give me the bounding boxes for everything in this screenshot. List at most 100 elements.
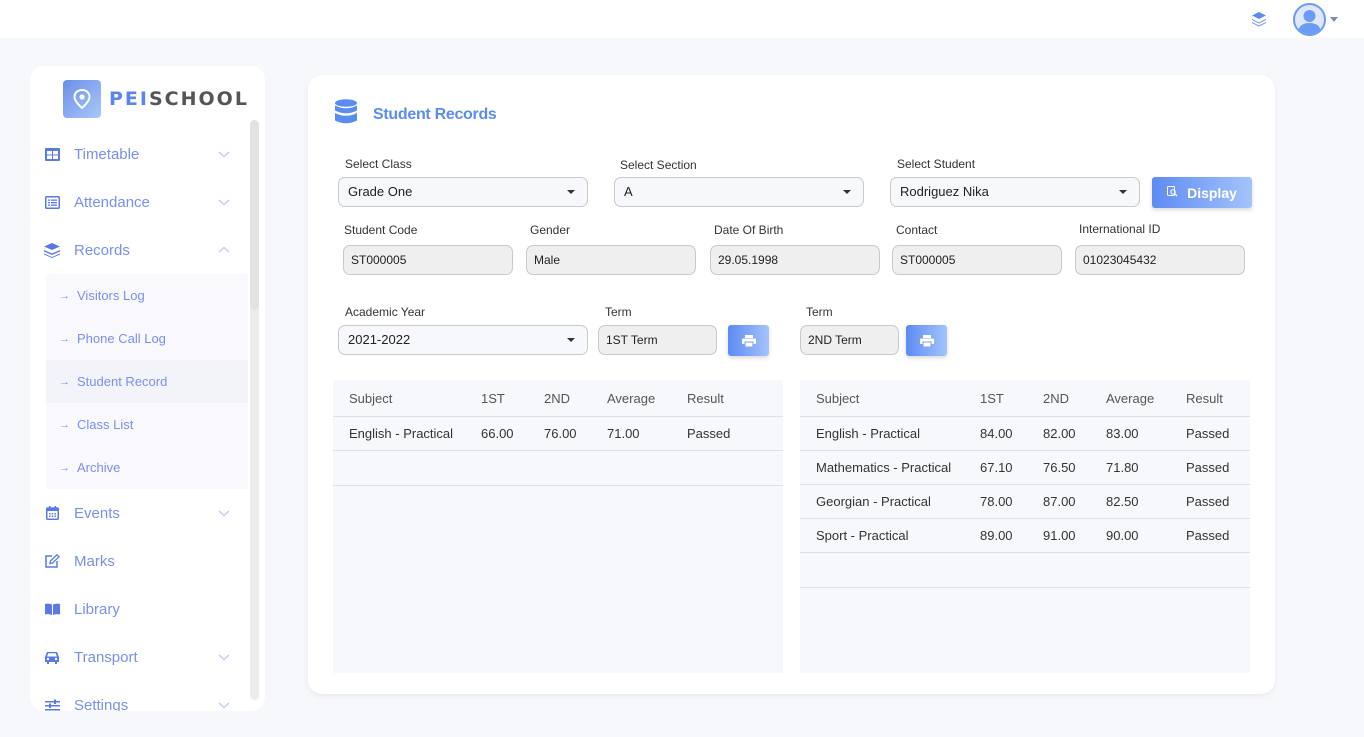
select-section-dropdown[interactable]: A bbox=[614, 177, 864, 207]
cell-2nd: 76.00 bbox=[544, 426, 577, 441]
student-code-field[interactable]: ST000005 bbox=[343, 245, 513, 275]
cell-average: 90.00 bbox=[1106, 528, 1139, 543]
term2-field[interactable]: 2ND Term bbox=[800, 325, 899, 355]
sidebar-item-label: Library bbox=[74, 600, 120, 618]
arrow-right-icon: → bbox=[59, 332, 70, 345]
term1-field[interactable]: 1ST Term bbox=[598, 325, 717, 355]
arrow-right-icon: → bbox=[59, 289, 70, 302]
sidebar-scrollbar-thumb[interactable] bbox=[250, 120, 259, 310]
sidebar-subitem-archive[interactable]: → Archive bbox=[46, 446, 248, 489]
sidebar-subitem-visitors-log[interactable]: → Visitors Log bbox=[46, 274, 248, 317]
calendar-icon bbox=[44, 505, 60, 521]
select-student-dropdown[interactable]: Rodriguez Nika bbox=[890, 177, 1140, 207]
display-button[interactable]: Display bbox=[1152, 177, 1252, 208]
records-submenu: → Visitors Log → Phone Call Log → Studen… bbox=[46, 274, 248, 489]
table-row: English - Practical 66.00 76.00 71.00 Pa… bbox=[333, 417, 783, 451]
column-header-1st: 1ST bbox=[980, 390, 1004, 406]
cell-subject: Georgian - Practical bbox=[816, 494, 931, 509]
sidebar-nav: Timetable Attendance Records → Visitors … bbox=[30, 130, 248, 711]
cell-result: Passed bbox=[1186, 460, 1230, 475]
select-class-label: Select Class bbox=[345, 157, 412, 171]
arrow-right-icon: → bbox=[59, 461, 70, 474]
user-avatar-icon[interactable] bbox=[1293, 3, 1326, 36]
term2-label: Term bbox=[806, 305, 833, 319]
chevron-down-icon bbox=[218, 702, 230, 709]
date-of-birth-label: Date Of Birth bbox=[714, 223, 784, 237]
cell-2nd: 76.50 bbox=[1043, 460, 1076, 475]
cell-subject: Sport - Practical bbox=[816, 528, 909, 543]
sidebar-subitem-label: Class List bbox=[77, 417, 134, 432]
sidebar-item-events[interactable]: Events bbox=[30, 489, 248, 537]
select-student-value: Rodriguez Nika bbox=[900, 184, 989, 199]
database-icon bbox=[334, 99, 358, 130]
edit-icon bbox=[44, 553, 60, 569]
cell-average: 71.00 bbox=[607, 426, 640, 441]
sidebar-item-label: Settings bbox=[74, 696, 129, 712]
international-id-field[interactable]: 01023045432 bbox=[1075, 245, 1245, 275]
table-grid-icon bbox=[44, 146, 60, 162]
table-empty-row bbox=[333, 451, 783, 486]
sidebar-item-marks[interactable]: Marks bbox=[30, 537, 248, 585]
chevron-down-icon bbox=[218, 199, 230, 206]
column-header-result: Result bbox=[687, 390, 724, 406]
contact-field[interactable]: ST000005 bbox=[892, 245, 1062, 275]
academic-year-dropdown[interactable]: 2021-2022 bbox=[338, 325, 588, 355]
cell-1st: 89.00 bbox=[980, 528, 1013, 543]
sidebar-item-attendance[interactable]: Attendance bbox=[30, 178, 248, 226]
table-header-row: Subject 1ST 2ND Average Result bbox=[333, 380, 783, 417]
cell-subject: Mathematics - Practical bbox=[816, 460, 952, 475]
cell-subject: English - Practical bbox=[816, 426, 921, 441]
column-header-1st: 1ST bbox=[481, 390, 505, 406]
sidebar-item-label: Marks bbox=[74, 552, 115, 570]
column-header-subject: Subject bbox=[349, 390, 393, 406]
term1-label: Term bbox=[605, 305, 632, 319]
chevron-up-icon bbox=[218, 246, 230, 253]
select-class-dropdown[interactable]: Grade One bbox=[338, 177, 588, 207]
printer-icon bbox=[741, 334, 756, 347]
arrow-right-icon: → bbox=[59, 418, 70, 431]
book-icon bbox=[44, 601, 60, 617]
sidebar-item-library[interactable]: Library bbox=[30, 585, 248, 633]
sidebar-subitem-student-record[interactable]: → Student Record bbox=[46, 360, 248, 403]
print-term2-button[interactable] bbox=[906, 325, 947, 356]
printer-icon bbox=[919, 334, 934, 347]
cell-result: Passed bbox=[1186, 528, 1230, 543]
chevron-down-icon bbox=[218, 510, 230, 517]
gender-field[interactable]: Male bbox=[526, 245, 696, 275]
cell-1st: 66.00 bbox=[481, 426, 514, 441]
select-section-value: A bbox=[624, 184, 633, 199]
layers-icon bbox=[44, 242, 60, 258]
cell-1st: 78.00 bbox=[980, 494, 1013, 509]
cell-average: 71.80 bbox=[1106, 460, 1139, 475]
layers-icon[interactable] bbox=[1251, 11, 1267, 27]
logo[interactable]: PEISCHOOL bbox=[63, 80, 249, 118]
logo-text-school: SCHOOL bbox=[148, 88, 249, 110]
sidebar-subitem-label: Phone Call Log bbox=[77, 331, 166, 346]
cell-subject: English - Practical bbox=[349, 426, 454, 441]
table-header-row: Subject 1ST 2ND Average Result bbox=[800, 380, 1250, 417]
column-header-subject: Subject bbox=[816, 390, 860, 406]
print-term1-button[interactable] bbox=[728, 325, 769, 356]
term1-results-table: Subject 1ST 2ND Average Result English -… bbox=[333, 380, 783, 673]
sidebar-item-records[interactable]: Records bbox=[30, 226, 248, 274]
caret-down-icon[interactable] bbox=[1330, 17, 1338, 22]
cell-1st: 84.00 bbox=[980, 426, 1013, 441]
student-records-card: Student Records Select Class Grade One S… bbox=[308, 75, 1275, 694]
column-header-average: Average bbox=[1106, 390, 1155, 406]
sidebar-subitem-label: Student Record bbox=[77, 374, 168, 389]
student-code-label: Student Code bbox=[344, 223, 418, 237]
sidebar-item-settings[interactable]: Settings bbox=[30, 681, 248, 711]
select-student-label: Select Student bbox=[897, 157, 976, 171]
select-section-label: Select Section bbox=[620, 158, 697, 172]
sidebar-subitem-phone-call-log[interactable]: → Phone Call Log bbox=[46, 317, 248, 360]
sidebar-item-transport[interactable]: Transport bbox=[30, 633, 248, 681]
sidebar-item-timetable[interactable]: Timetable bbox=[30, 130, 248, 178]
chevron-down-icon bbox=[218, 654, 230, 661]
date-of-birth-field[interactable]: 29.05.1998 bbox=[710, 245, 880, 275]
sidebar-item-label: Events bbox=[74, 504, 120, 522]
sidebar-subitem-label: Visitors Log bbox=[77, 288, 145, 303]
contact-label: Contact bbox=[896, 223, 938, 237]
sidebar-subitem-class-list[interactable]: → Class List bbox=[46, 403, 248, 446]
table-row: Sport - Practical 89.00 91.00 90.00 Pass… bbox=[800, 519, 1250, 553]
page-title: Student Records bbox=[334, 99, 497, 130]
